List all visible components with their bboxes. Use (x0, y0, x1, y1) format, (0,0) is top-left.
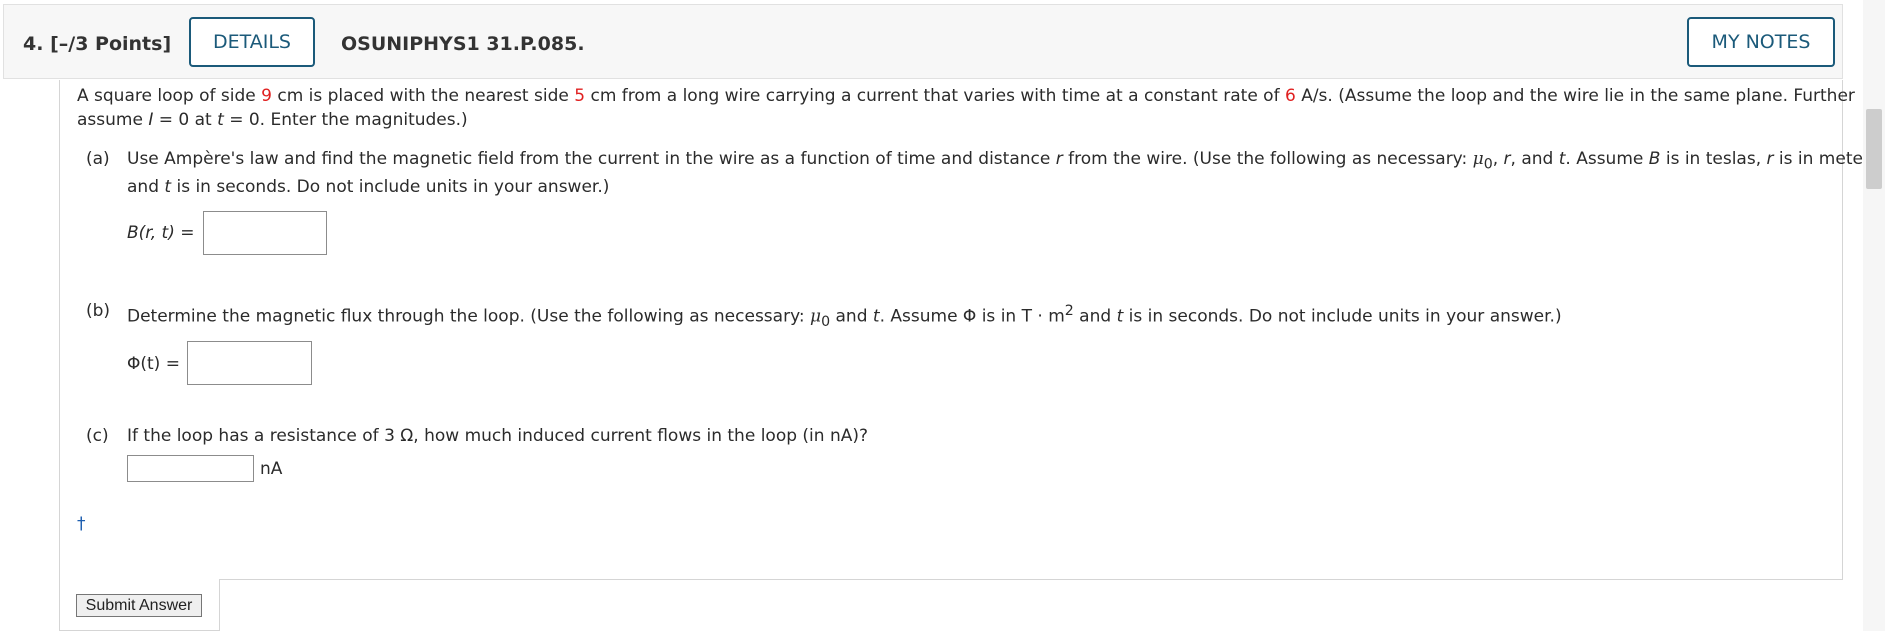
my-notes-button[interactable]: MY NOTES (1687, 17, 1835, 67)
scrollbar-thumb[interactable] (1866, 109, 1882, 189)
part-b-tag: (b) (86, 301, 111, 321)
part-c-unit-label: nA (260, 459, 283, 479)
question-code: OSUNIPHYS1 31.P.085. (341, 33, 585, 55)
problem-text-line-2: assume I = 0 at t = 0. Enter the magnitu… (77, 110, 468, 130)
part-a-answer-input[interactable] (203, 211, 327, 255)
mu-symbol: μ (810, 306, 822, 327)
question-header: 4. [–/3 Points] DETAILS OSUNIPHYS1 31.P.… (3, 4, 1843, 79)
rate-value: 6 (1284, 86, 1296, 106)
part-a-text-line-2: and t is in seconds. Do not include unit… (127, 177, 610, 197)
part-c-tag: (c) (86, 426, 109, 446)
part-b-answer-input[interactable] (187, 341, 312, 385)
part-c-text: If the loop has a resistance of 3 Ω, how… (127, 426, 869, 446)
dagger-link[interactable]: † (77, 514, 86, 534)
points-label: [–/3 Points] (50, 33, 172, 55)
details-button[interactable]: DETAILS (189, 17, 315, 67)
part-a-answer-label: B(r, t) = (127, 223, 195, 243)
part-b-text: Determine the magnetic flux through the … (127, 303, 1562, 331)
side-value: 9 (261, 86, 272, 106)
distance-value: 5 (574, 86, 586, 106)
mu-symbol: μ (1472, 149, 1484, 169)
part-c-answer-input[interactable] (127, 455, 254, 482)
question-number: 4. [–/3 Points] (23, 33, 172, 55)
page-scrollbar[interactable] (1863, 0, 1885, 631)
submit-answer-button[interactable]: Submit Answer (76, 594, 202, 617)
part-b-answer-label: Φ(t) = (127, 354, 180, 374)
part-a-tag: (a) (86, 149, 110, 169)
